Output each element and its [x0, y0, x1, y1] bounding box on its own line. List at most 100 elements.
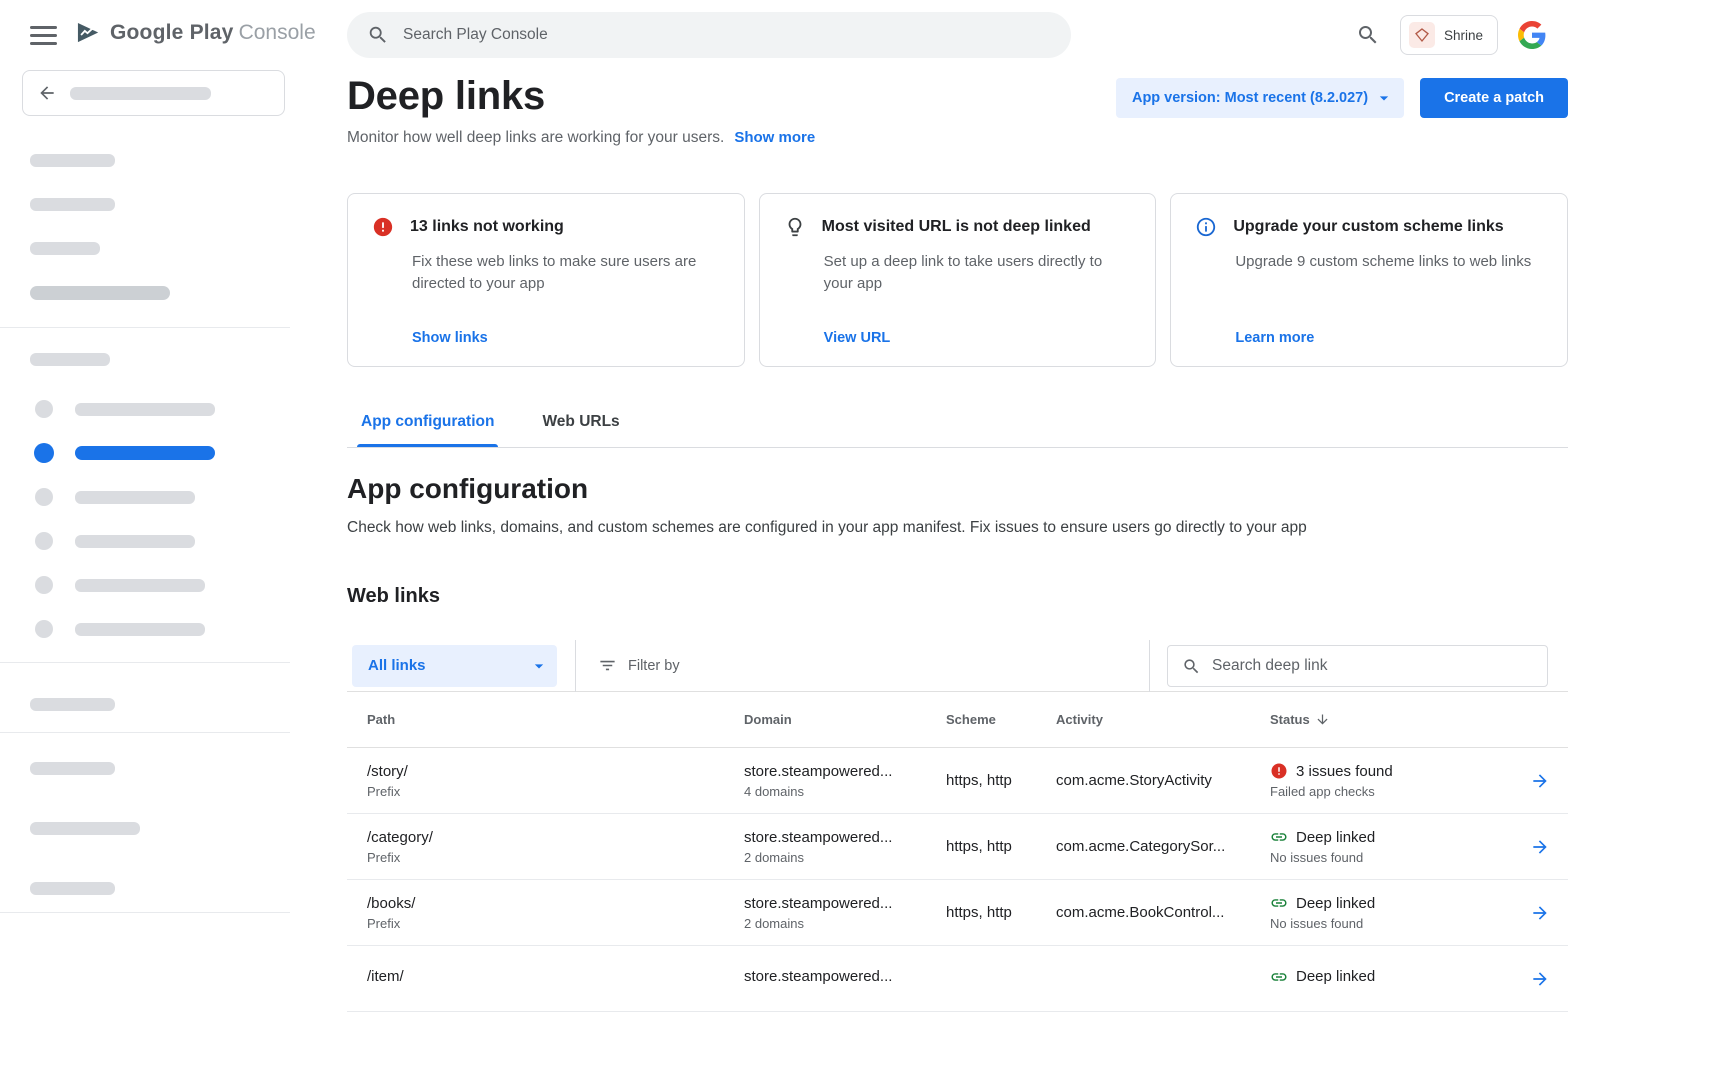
insight-cards: 13 links not working Fix these web links…: [347, 193, 1568, 367]
learn-more-link[interactable]: Learn more: [1235, 330, 1314, 346]
sidebar-divider: [0, 662, 290, 663]
row-activity: com.acme.CategorySor...: [1056, 838, 1270, 855]
deep-link-icon: [1270, 968, 1288, 986]
show-links-link[interactable]: Show links: [412, 330, 488, 346]
table-row[interactable]: /story/ Prefix store.steampowered... 4 d…: [347, 748, 1568, 814]
row-activity: com.acme.StoryActivity: [1056, 772, 1270, 789]
search-icon[interactable]: [1356, 23, 1380, 47]
filter-icon: [598, 656, 617, 675]
web-links-toolbar: All links Filter by: [347, 640, 1568, 692]
deep-link-search[interactable]: [1167, 645, 1548, 687]
card-title: Upgrade your custom scheme links: [1233, 218, 1503, 236]
tab-bar: App configuration Web URLs: [347, 413, 1568, 448]
row-path-type: Prefix: [367, 916, 744, 931]
open-row-arrow-icon[interactable]: [1530, 837, 1550, 857]
sidebar-item[interactable]: [75, 579, 205, 592]
app-version-label: App version: Most recent (8.2.027): [1132, 90, 1368, 106]
console-search-input[interactable]: [403, 26, 1051, 44]
app-selector-chip[interactable]: Shrine: [1400, 15, 1498, 55]
row-path: /books/: [367, 895, 744, 912]
row-path-type: Prefix: [367, 850, 744, 865]
toolbar-divider: [575, 640, 576, 692]
sidebar-item-active[interactable]: [75, 446, 215, 460]
menu-icon[interactable]: [30, 26, 57, 50]
sidebar-item[interactable]: [75, 403, 215, 416]
app-chip-label: Shrine: [1444, 28, 1483, 43]
open-row-arrow-icon[interactable]: [1530, 969, 1550, 989]
back-button[interactable]: [22, 70, 285, 116]
web-links-heading: Web links: [347, 585, 1568, 608]
filter-by-button[interactable]: Filter by: [598, 656, 680, 675]
row-scheme: https, http: [946, 772, 1056, 789]
console-search-bar[interactable]: [347, 12, 1071, 58]
row-domain: store.steampowered...: [744, 829, 946, 846]
error-icon: [372, 216, 394, 238]
row-status: Deep linked: [1296, 895, 1375, 912]
row-path-type: Prefix: [367, 784, 744, 799]
back-arrow-icon: [37, 83, 57, 103]
sidebar-divider: [0, 912, 290, 913]
skeleton-icon: [35, 400, 53, 418]
skeleton-bar: [30, 353, 110, 366]
skeleton-bar: [30, 154, 115, 167]
col-status-label: Status: [1270, 712, 1310, 727]
row-domain-count: 4 domains: [744, 784, 946, 799]
col-scheme[interactable]: Scheme: [946, 712, 1056, 727]
card-title: Most visited URL is not deep linked: [822, 218, 1091, 236]
show-more-link[interactable]: Show more: [734, 129, 815, 146]
sidebar-divider: [0, 327, 290, 328]
app-version-dropdown[interactable]: App version: Most recent (8.2.027): [1116, 78, 1404, 118]
section-description: Check how web links, domains, and custom…: [347, 519, 1568, 537]
skeleton-bar: [30, 698, 115, 711]
view-url-link[interactable]: View URL: [824, 330, 891, 346]
links-filter-dropdown[interactable]: All links: [352, 645, 557, 687]
col-path[interactable]: Path: [367, 712, 744, 727]
table-row[interactable]: /category/ Prefix store.steampowered... …: [347, 814, 1568, 880]
skeleton-bar: [30, 882, 115, 895]
row-domain-count: 2 domains: [744, 916, 946, 931]
skeleton-icon: [35, 620, 53, 638]
skeleton-bar: [30, 198, 115, 211]
card-title: 13 links not working: [410, 218, 564, 236]
col-activity[interactable]: Activity: [1056, 712, 1270, 727]
info-icon: [1195, 216, 1217, 238]
row-status-detail: Failed app checks: [1270, 784, 1512, 799]
chevron-down-icon: [1374, 88, 1394, 108]
card-body: Fix these web links to make sure users a…: [412, 251, 720, 295]
row-status-detail: No issues found: [1270, 850, 1512, 865]
skeleton-bar: [30, 822, 140, 835]
sidebar-item[interactable]: [75, 491, 195, 504]
chevron-down-icon: [529, 656, 549, 676]
section-title: App configuration: [347, 473, 1568, 505]
row-status-detail: No issues found: [1270, 916, 1512, 931]
create-patch-button[interactable]: Create a patch: [1420, 78, 1568, 118]
sidebar-item[interactable]: [75, 623, 205, 636]
play-console-logo: Google Play Console: [74, 19, 316, 46]
card-body: Set up a deep link to take users directl…: [824, 251, 1132, 295]
deep-link-icon: [1270, 828, 1288, 846]
open-row-arrow-icon[interactable]: [1530, 771, 1550, 791]
lightbulb-icon: [784, 216, 806, 238]
row-path: /item/: [367, 968, 744, 985]
col-domain[interactable]: Domain: [744, 712, 946, 727]
open-row-arrow-icon[interactable]: [1530, 903, 1550, 923]
table-row[interactable]: /item/ store.steampowered... Deep linked: [347, 946, 1568, 1012]
row-domain-count: 2 domains: [744, 850, 946, 865]
table-row[interactable]: /books/ Prefix store.steampowered... 2 d…: [347, 880, 1568, 946]
google-account-avatar[interactable]: [1518, 21, 1546, 49]
skeleton-icon: [35, 576, 53, 594]
deep-link-search-input[interactable]: [1212, 657, 1533, 675]
skeleton-bar: [70, 87, 211, 100]
tab-web-urls[interactable]: Web URLs: [538, 413, 623, 447]
skeleton-bar: [30, 762, 115, 775]
skeleton-bar: [30, 242, 100, 255]
shrine-app-icon: [1409, 22, 1435, 48]
tab-app-configuration[interactable]: App configuration: [357, 413, 498, 447]
card-upgrade-schemes: Upgrade your custom scheme links Upgrade…: [1170, 193, 1568, 367]
sidebar-item[interactable]: [75, 535, 195, 548]
col-status[interactable]: Status: [1270, 712, 1512, 727]
row-status: 3 issues found: [1296, 763, 1393, 780]
search-icon: [1182, 657, 1201, 676]
skeleton-icon: [35, 532, 53, 550]
search-icon: [367, 24, 389, 46]
